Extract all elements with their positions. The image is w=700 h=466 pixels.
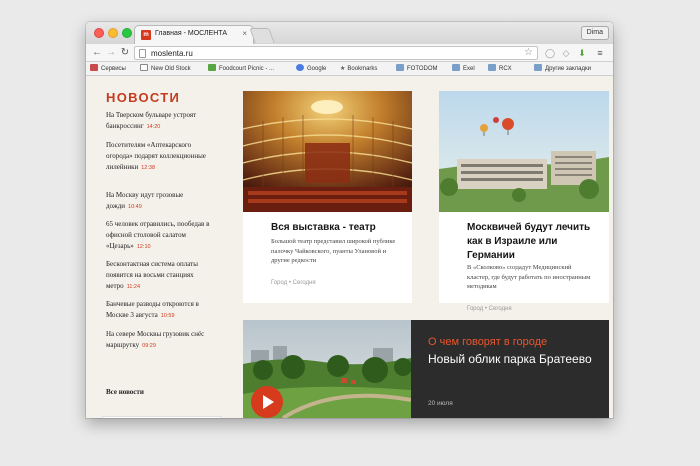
folder-icon [534,64,542,71]
bookmark-rcx[interactable]: RCX [488,64,512,74]
address-bar[interactable]: moslenta.ru ☆ [134,46,538,60]
promo-widget[interactable] [102,416,222,418]
folder-icon [488,64,496,71]
forward-button[interactable]: → [105,46,117,59]
news-item[interactable]: 65 человек отравились, пообедав в офисно… [106,219,218,253]
news-heading: НОВОСТИ [106,90,181,105]
bookmarks-bar: Сервисы New Old Stock Foodcourt Picnic -… [86,62,613,76]
browser-toolbar: ← → ↻ moslenta.ru ☆ ◯ ◇ ⬇ ≡ [86,44,613,62]
play-icon [263,395,274,409]
reload-button[interactable]: ↻ [119,46,131,59]
card-meta: Город • Сегодня [271,280,316,286]
feature-date: 20 июля [428,400,453,407]
news-item[interactable]: Посетителям «Аптекарского огорода» подар… [106,140,218,174]
news-column: НОВОСТИ На Тверском бульваре устроят бан… [86,77,226,418]
back-button[interactable]: ← [91,46,103,59]
news-item[interactable]: На севере Москвы грузовик снёс маршрутку… [106,329,218,352]
folder-icon [452,64,460,71]
feature-title[interactable]: Новый облик парка Братеево [428,351,598,367]
bookmark-other[interactable]: Другие закладки [534,64,591,74]
page-icon [140,64,148,71]
screenshot-stage: { "browser": { "tab_title": "Главная - М… [0,0,700,466]
card-meta: Город • Сегодня [467,306,512,312]
bookmark-google[interactable]: Google [296,64,326,74]
feature-kicker: О чем говорят в городе [428,336,548,348]
medical-cluster-image [439,91,609,212]
bookmark-bookmarks[interactable]: ★ Bookmarks [340,64,377,74]
extension-icon[interactable]: ◯ [544,47,556,59]
feature-video-card[interactable]: О чем говорят в городе Новый облик парка… [243,320,609,418]
card-title[interactable]: Москвичей будут лечить как в Израиле или… [467,221,607,263]
theatre-image [243,91,412,212]
star-icon: ★ [340,66,346,72]
bookmark-apps[interactable]: Сервисы [90,64,126,74]
menu-icon[interactable]: ≡ [594,47,606,59]
google-icon [296,64,304,71]
news-item[interactable]: Банчевые разводы откроются в Москве 3 ав… [106,299,218,322]
minimize-window-button[interactable] [108,28,118,38]
folder-icon [396,64,404,71]
theatre-photo [243,91,412,212]
bookmark-exel[interactable]: Exel [452,64,475,74]
site-favicon-icon: m [141,30,151,40]
card-text: В «Сколково» создадут Медицинский класте… [467,264,591,290]
new-tab-button[interactable] [249,28,275,43]
news-item[interactable]: На Тверском бульваре устроят банкроссинг… [106,110,218,133]
download-icon[interactable]: ⬇ [576,47,588,59]
bookmark-fotodom[interactable]: FOTODOM [396,64,438,74]
browser-tab-active[interactable]: m Главная - МОСЛЕНТА × [134,25,254,44]
page-icon [208,64,216,71]
pocket-icon[interactable]: ◇ [560,47,572,59]
maximize-window-button[interactable] [122,28,132,38]
news-item[interactable]: Бесконтактная система оплаты появится на… [106,259,218,293]
article-card-medical[interactable]: Москвичей будут лечить как в Израиле или… [439,91,609,312]
article-card-theatre[interactable]: Вся выставка - театр Большой театр предс… [243,91,412,303]
tab-title: Главная - МОСЛЕНТА [155,30,227,37]
bookmark-star-icon[interactable]: ☆ [524,47,533,58]
apps-grid-icon [90,64,98,71]
news-item[interactable]: На Москву идут грозовые дожди 10:49 [106,190,218,213]
profile-button[interactable]: Dima [580,26,609,40]
bookmark-new-old-stock[interactable]: New Old Stock [140,64,191,74]
card-title[interactable]: Вся выставка - театр [271,221,406,235]
url-text: moslenta.ru [151,49,193,58]
play-button[interactable] [251,386,283,418]
page-info-icon [139,49,146,58]
all-news-link[interactable]: Все новости [106,388,144,396]
medical-cluster-photo [439,91,609,212]
page-content: НОВОСТИ На Тверском бульваре устроят бан… [86,77,613,418]
browser-window: m Главная - МОСЛЕНТА × Dima ← → ↻ moslen… [86,22,613,418]
bookmark-foodcourt[interactable]: Foodcourt Picnic - ... [208,64,274,74]
card-text: Большой театр представил широкой публике… [271,238,396,264]
tab-close-icon[interactable]: × [242,29,247,38]
close-window-button[interactable] [94,28,104,38]
title-bar: m Главная - МОСЛЕНТА × Dima [86,22,613,44]
